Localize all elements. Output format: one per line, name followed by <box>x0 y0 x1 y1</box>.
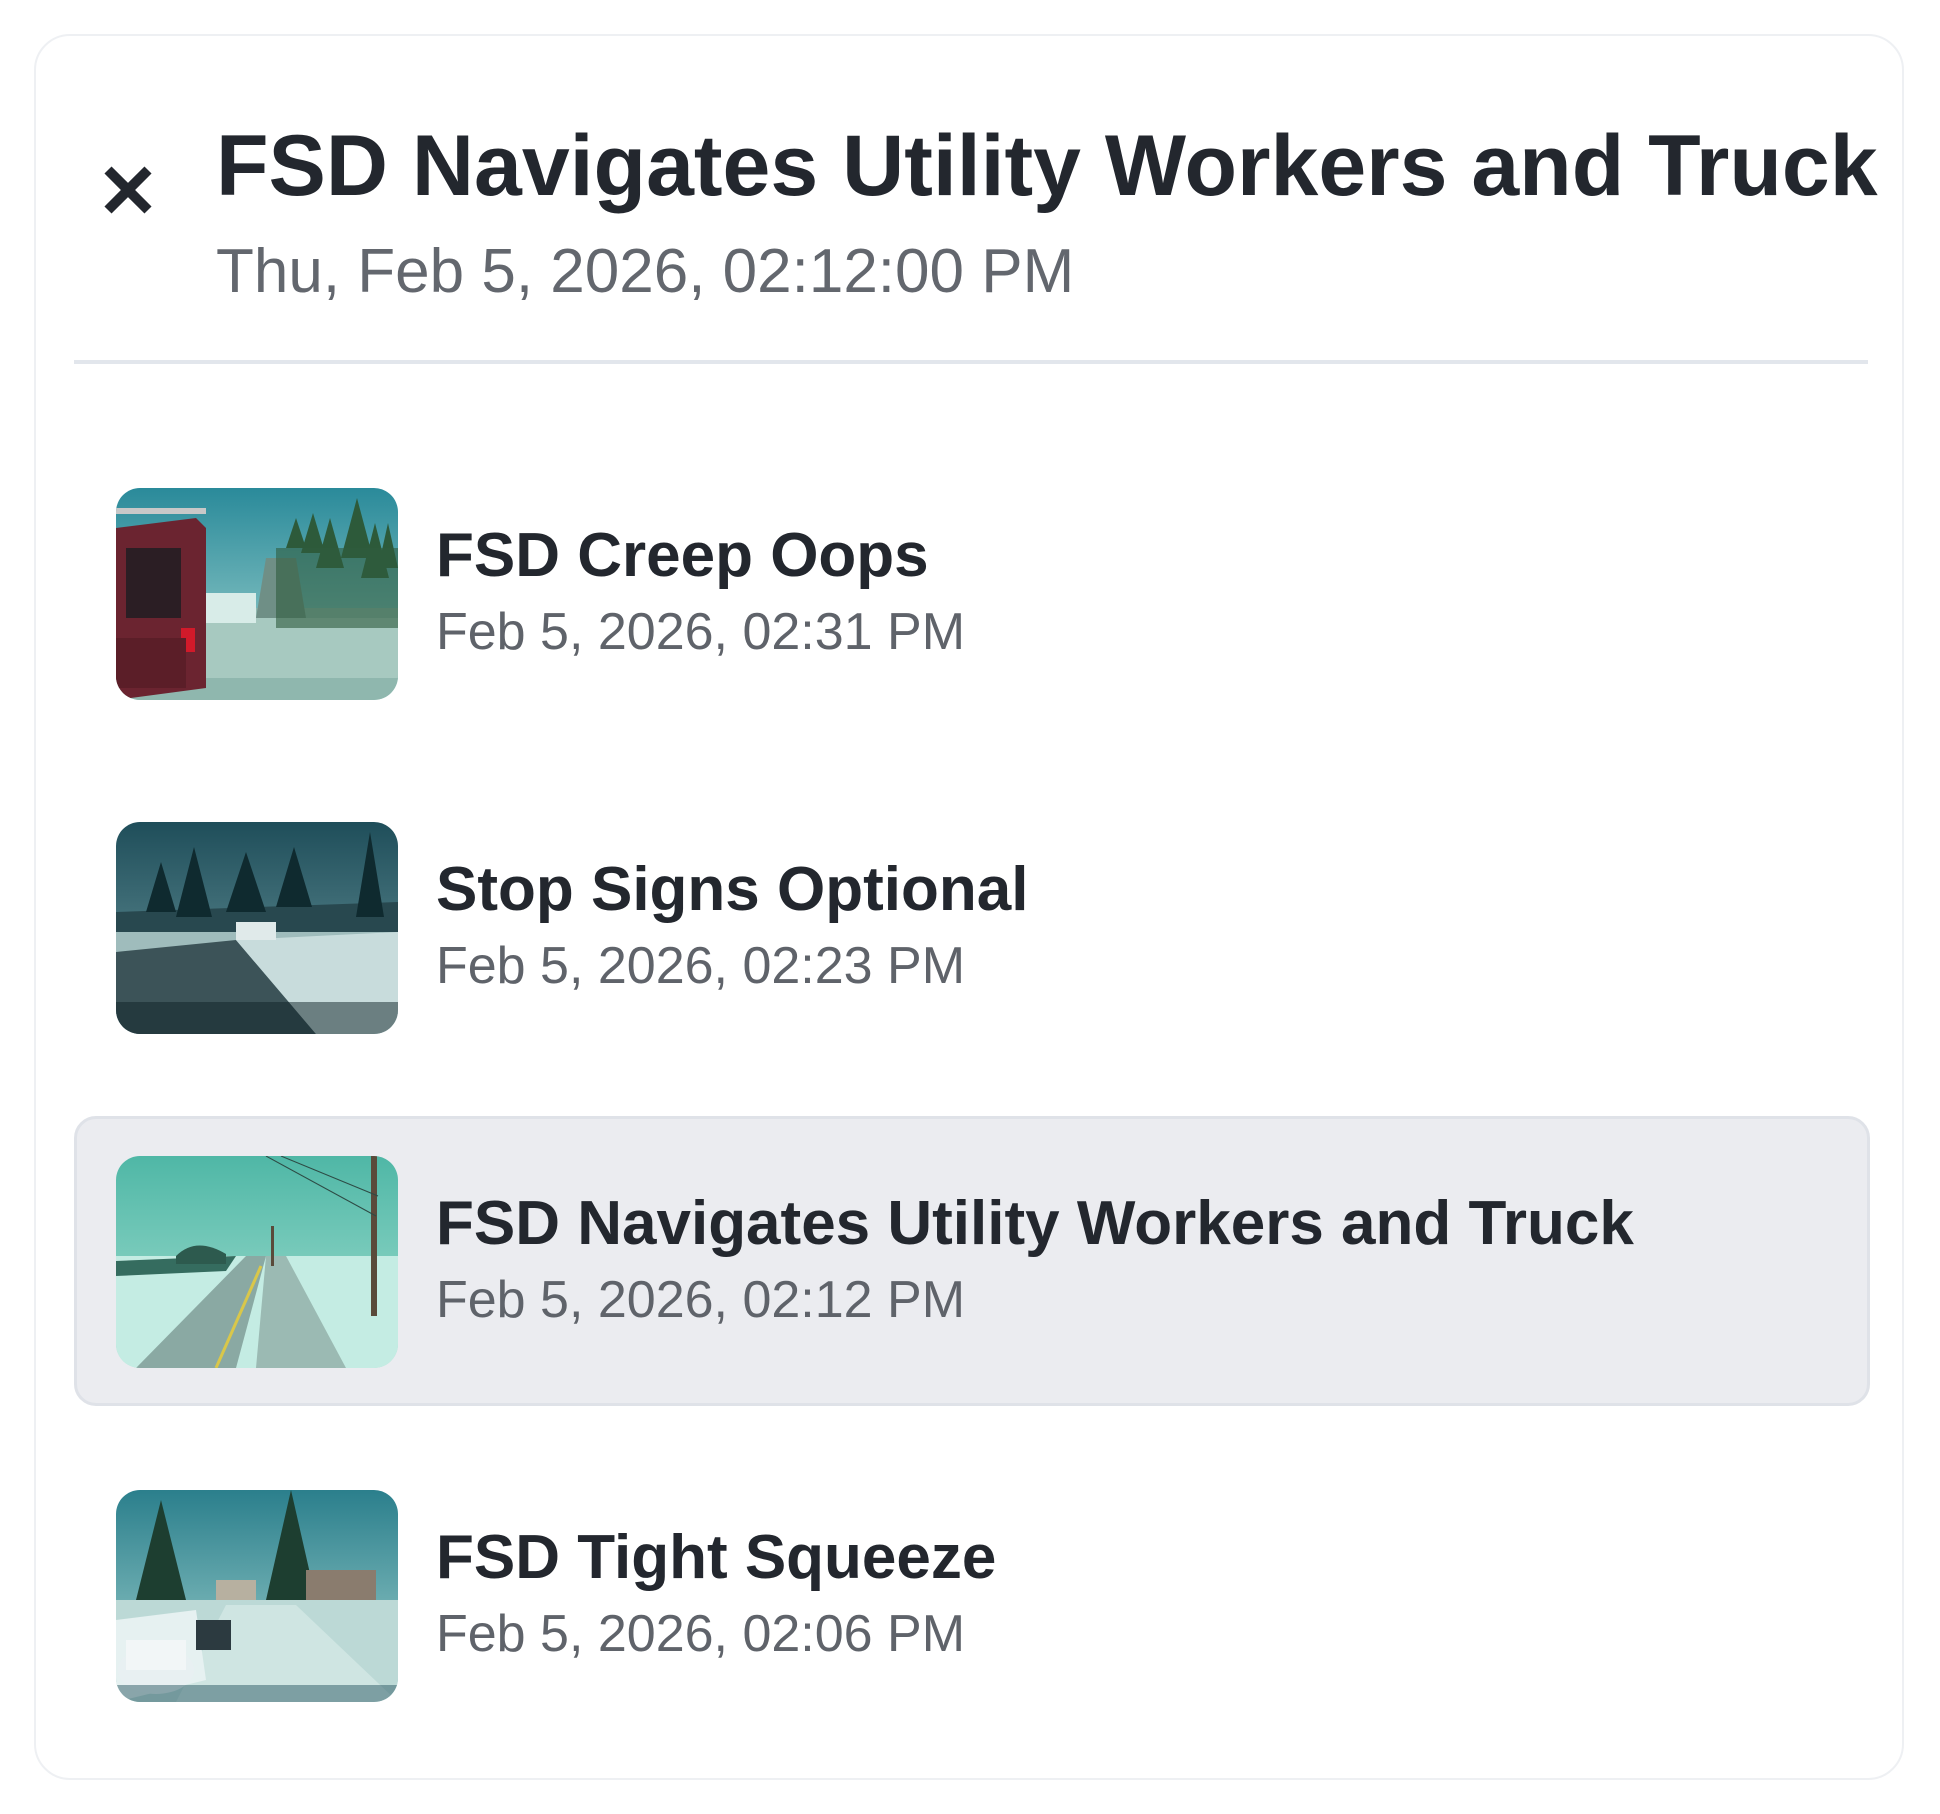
list-item-date: Feb 5, 2026, 02:06 PM <box>436 1605 966 1663</box>
clip-thumbnail <box>116 1156 398 1368</box>
list-item-title: FSD Tight Squeeze <box>436 1523 997 1592</box>
list-item-title: FSD Creep Oops <box>436 521 929 590</box>
list-item[interactable]: FSD Tight Squeeze Feb 5, 2026, 02:06 PM <box>74 1450 1870 1740</box>
clip-details-panel: FSD Navigates Utility Workers and Truck … <box>34 34 1904 1780</box>
header-divider <box>74 360 1868 364</box>
list-item[interactable]: FSD Creep Oops Feb 5, 2026, 02:31 PM <box>74 448 1870 738</box>
list-item-title: Stop Signs Optional <box>436 855 1029 924</box>
list-item-date: Feb 5, 2026, 02:23 PM <box>436 937 966 995</box>
clip-thumbnail <box>116 822 398 1034</box>
list-item[interactable]: Stop Signs Optional Feb 5, 2026, 02:23 P… <box>74 782 1870 1072</box>
list-item-selected[interactable]: FSD Navigates Utility Workers and Truck … <box>74 1116 1870 1406</box>
clip-thumbnail <box>116 1490 398 1702</box>
list-item-date: Feb 5, 2026, 02:31 PM <box>436 603 966 661</box>
panel-header: FSD Navigates Utility Workers and Truck … <box>36 36 1902 366</box>
close-icon <box>104 166 152 214</box>
page-subtitle-timestamp: Thu, Feb 5, 2026, 02:12:00 PM <box>216 237 1075 306</box>
close-button[interactable] <box>88 150 168 230</box>
clip-thumbnail <box>116 488 398 700</box>
page-title: FSD Navigates Utility Workers and Truck <box>216 118 1878 214</box>
list-item-title: FSD Navigates Utility Workers and Truck <box>436 1189 1634 1258</box>
list-item-date: Feb 5, 2026, 02:12 PM <box>436 1271 966 1329</box>
